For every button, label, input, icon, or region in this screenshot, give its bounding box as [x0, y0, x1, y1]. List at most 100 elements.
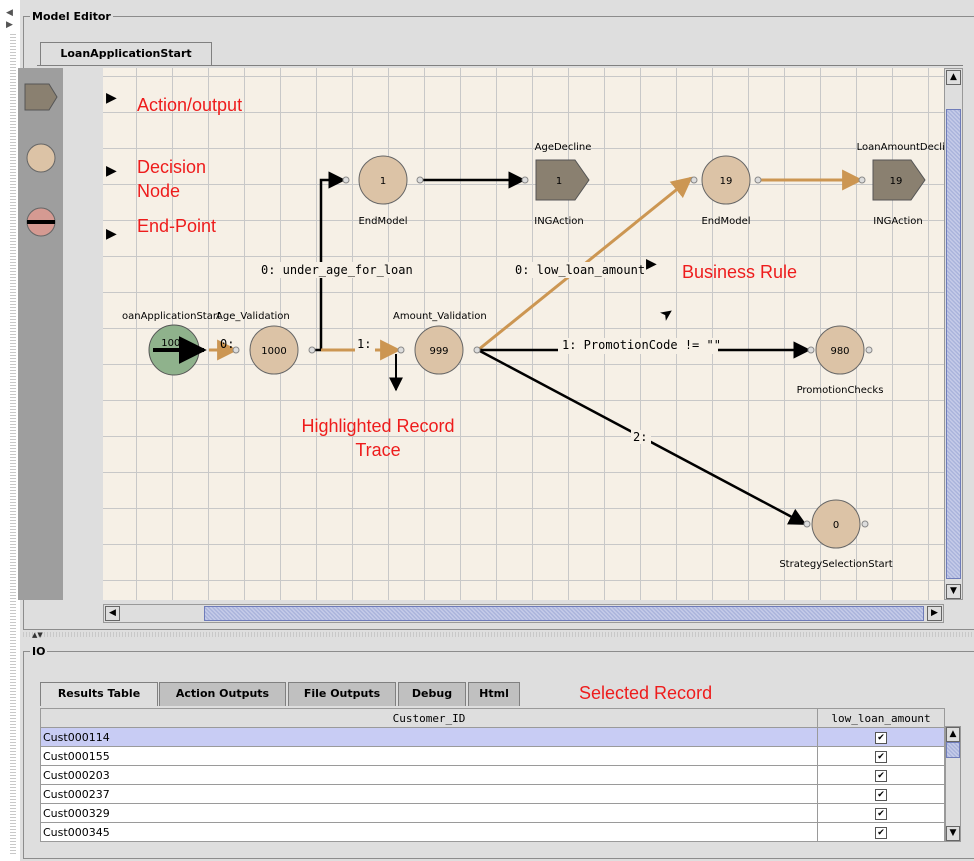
node-loanapplicationstart[interactable]: oanApplicationStart 1000: [122, 311, 221, 376]
svg-text:0:: 0:: [220, 337, 234, 351]
svg-text:1: 1: [556, 176, 562, 187]
model-canvas[interactable]: 0: 0: under_age_for_loan 1: 0: low_loan_…: [103, 68, 963, 600]
svg-text:1:: 1:: [357, 337, 371, 351]
tab-underline: [37, 65, 963, 66]
table-scroll-up-icon[interactable]: ▲: [946, 727, 960, 742]
scroll-down-icon[interactable]: ▼: [946, 584, 961, 599]
svg-text:1: PromotionCode != "": 1: PromotionCode != "": [562, 338, 721, 352]
svg-text:980: 980: [830, 346, 849, 357]
vertical-scroll-thumb[interactable]: [946, 109, 961, 579]
edge-label-underage: 0: under_age_for_loan: [259, 262, 413, 278]
cell-customer-id[interactable]: Cust000114: [39, 727, 819, 747]
cell-customer-id[interactable]: Cust000345: [39, 822, 819, 842]
model-editor-legend: Model Editor: [30, 10, 113, 23]
table-vertical-scrollbar[interactable]: ▲ ▼: [945, 726, 961, 842]
scroll-left-icon[interactable]: ◀: [105, 606, 120, 621]
cell-low-loan-amount[interactable]: ✔: [817, 765, 945, 785]
table-row[interactable]: Cust000329 ✔: [39, 803, 945, 823]
node-palette: [18, 68, 63, 600]
svg-text:19: 19: [890, 176, 903, 187]
edge-label-start-age: 0:: [220, 337, 234, 351]
cell-customer-id[interactable]: Cust000155: [39, 746, 819, 766]
checkbox[interactable]: ✔: [875, 770, 888, 782]
table-scroll-thumb[interactable]: [946, 742, 960, 758]
action-output-icon[interactable]: [24, 83, 58, 111]
node-amount-validation[interactable]: Amount_Validation 999: [393, 311, 487, 375]
node-endmodel-1[interactable]: 1 EndModel: [342, 155, 424, 227]
cell-low-loan-amount[interactable]: ✔: [817, 784, 945, 804]
cell-low-loan-amount[interactable]: ✔: [817, 746, 945, 766]
svg-text:Age_Validation: Age_Validation: [216, 311, 290, 322]
left-gutter: ◀ ▶: [0, 0, 20, 861]
checkbox[interactable]: ✔: [875, 827, 888, 839]
tab-results-table[interactable]: Results Table: [40, 682, 158, 706]
end-point-icon[interactable]: [26, 207, 56, 237]
node-strategyselectionstart[interactable]: 0 StrategySelectionStart: [779, 499, 893, 570]
annotation-selected-record: Selected Record: [579, 683, 713, 703]
node-endmodel-2[interactable]: 19 EndModel: [690, 155, 762, 227]
checkbox[interactable]: ✔: [875, 789, 888, 801]
edge-label-low-loan: 0: low_loan_amount: [511, 262, 645, 278]
checkbox[interactable]: ✔: [875, 751, 888, 763]
cell-customer-id[interactable]: Cust000203: [39, 765, 819, 785]
splitter-arrows-icon[interactable]: ▲▼: [32, 631, 43, 639]
svg-text:EndModel: EndModel: [358, 216, 407, 227]
cell-customer-id[interactable]: Cust000329: [39, 803, 819, 823]
svg-text:19: 19: [720, 176, 733, 187]
annotation-business-rule: Business Rule: [682, 262, 798, 282]
collapse-left-icon[interactable]: ◀: [6, 8, 13, 18]
canvas-horizontal-scrollbar[interactable]: ◀ ▶: [103, 604, 944, 623]
node-loanamountdecline[interactable]: LoanAmountDecline 19 INGAction: [857, 142, 958, 227]
pointer-arrow-icon: ▶: [106, 163, 117, 179]
column-header-customer-id[interactable]: Customer_ID: [39, 708, 819, 728]
cell-low-loan-amount[interactable]: ✔: [817, 822, 945, 842]
cell-customer-id[interactable]: Cust000237: [39, 784, 819, 804]
svg-text:AgeDecline: AgeDecline: [535, 142, 592, 153]
svg-text:0: low_loan_amount: 0: low_loan_amount: [515, 263, 645, 277]
svg-text:0: 0: [833, 520, 839, 531]
annotation-highlighted-record-trace: Highlighted Record Trace: [301, 416, 455, 460]
column-header-low-loan-amount[interactable]: low_loan_amount: [817, 708, 945, 728]
svg-text:1000: 1000: [261, 346, 286, 357]
cell-low-loan-amount[interactable]: ✔: [817, 727, 945, 747]
pointer-arrow-icon: ▶: [106, 90, 117, 106]
horizontal-scroll-thumb[interactable]: [204, 606, 924, 621]
table-row[interactable]: Cust000237 ✔: [39, 784, 945, 804]
table-row[interactable]: Cust000155 ✔: [39, 746, 945, 766]
checkbox[interactable]: ✔: [875, 732, 888, 744]
results-table: Customer_ID low_loan_amount Cust000114 ✔ C…: [39, 708, 945, 842]
table-scroll-down-icon[interactable]: ▼: [946, 826, 960, 841]
tab-action-outputs[interactable]: Action Outputs: [159, 682, 286, 706]
scroll-up-icon[interactable]: ▲: [946, 70, 961, 85]
svg-text:2:: 2:: [633, 430, 647, 444]
palette-label-action-output: Action/output: [137, 95, 243, 115]
svg-text:INGAction: INGAction: [534, 216, 584, 227]
decision-node-icon[interactable]: [26, 143, 56, 173]
pointer-arrow-icon: ▶: [646, 256, 657, 272]
table-row[interactable]: Cust000114 ✔: [39, 727, 945, 747]
node-agedecline[interactable]: AgeDecline 1 INGAction: [521, 142, 592, 227]
tab-debug[interactable]: Debug: [398, 682, 466, 706]
svg-text:EndModel: EndModel: [701, 216, 750, 227]
node-promotionchecks[interactable]: 980 PromotionChecks: [797, 325, 884, 396]
panel-splitter[interactable]: [23, 632, 973, 637]
pointer-arrow-icon: ▶: [106, 226, 117, 242]
checkbox[interactable]: ✔: [875, 808, 888, 820]
io-legend: IO: [30, 645, 48, 658]
scroll-right-icon[interactable]: ▶: [927, 606, 942, 621]
table-row[interactable]: Cust000203 ✔: [39, 765, 945, 785]
svg-text:INGAction: INGAction: [873, 216, 923, 227]
table-row[interactable]: Cust000345 ✔: [39, 822, 945, 842]
palette-label-decision-node: Decision Node: [137, 157, 207, 201]
tab-loanapplicationstart[interactable]: LoanApplicationStart: [40, 42, 212, 66]
cell-low-loan-amount[interactable]: ✔: [817, 803, 945, 823]
tab-html[interactable]: Html: [468, 682, 520, 706]
tab-file-outputs[interactable]: File Outputs: [288, 682, 396, 706]
canvas-vertical-scrollbar[interactable]: ▲ ▼: [944, 68, 963, 600]
svg-text:StrategySelectionStart: StrategySelectionStart: [779, 559, 892, 570]
expand-right-icon[interactable]: ▶: [6, 20, 13, 30]
splitter-grip[interactable]: [10, 34, 16, 854]
svg-text:oanApplicationStart: oanApplicationStart: [122, 311, 221, 322]
svg-text:LoanAmountDecline: LoanAmountDecline: [857, 142, 958, 153]
svg-text:0: under_age_for_loan: 0: under_age_for_loan: [261, 263, 413, 277]
